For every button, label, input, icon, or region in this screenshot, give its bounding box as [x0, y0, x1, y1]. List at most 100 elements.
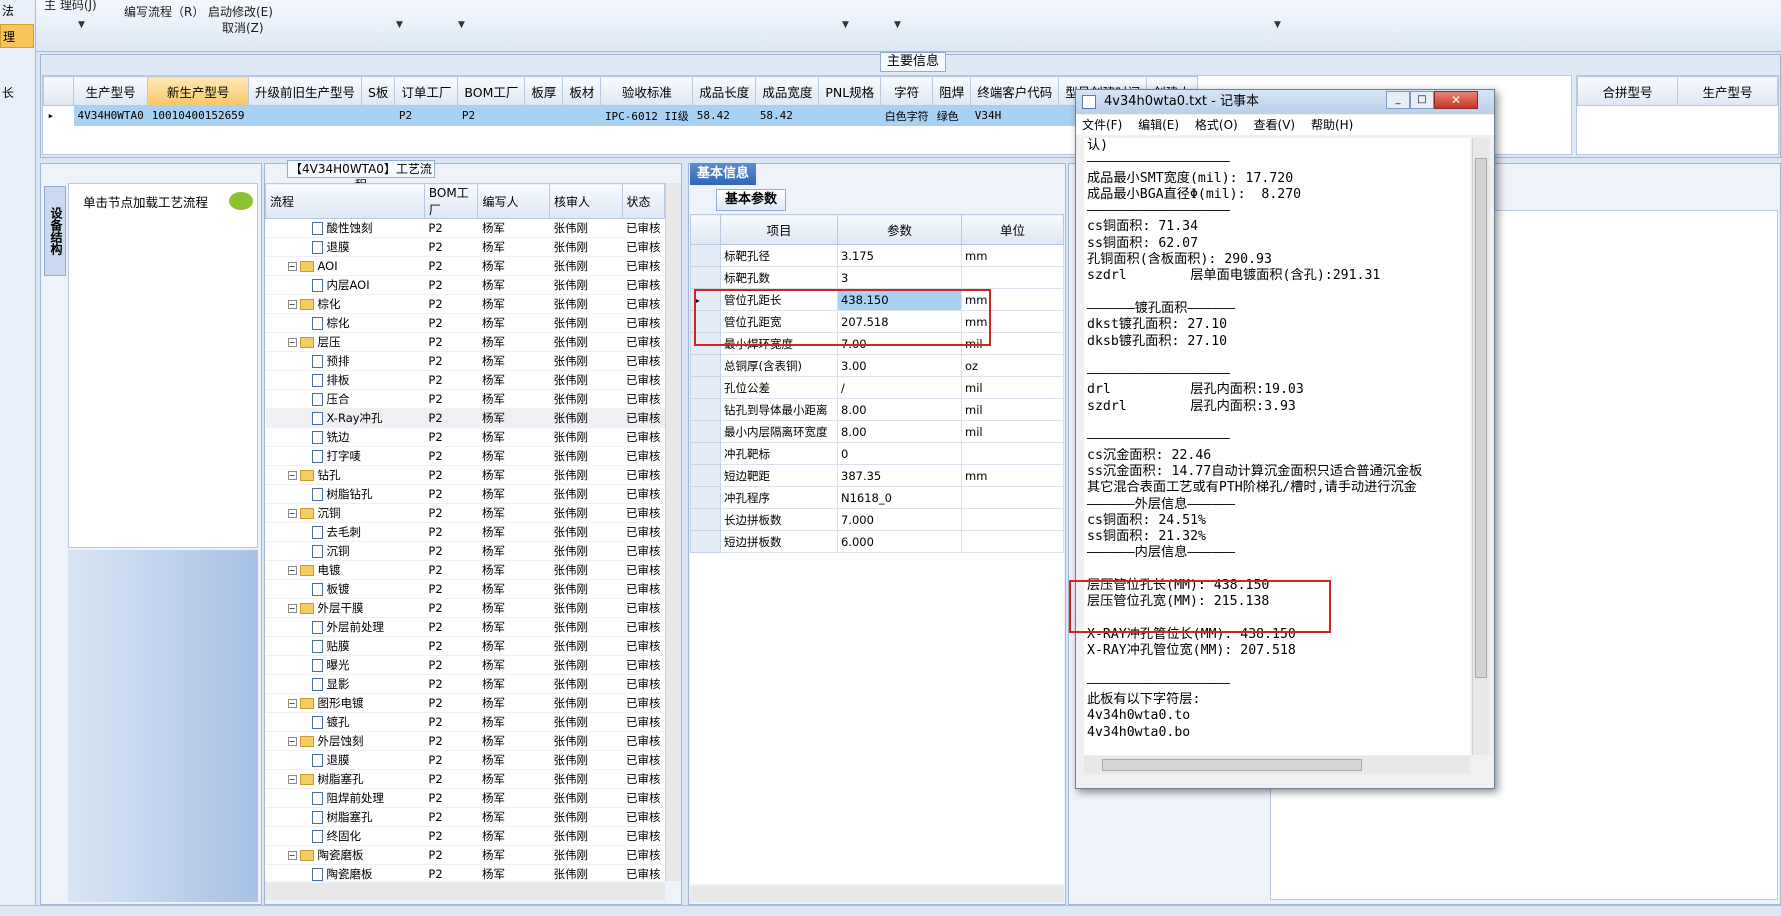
column-header[interactable]: 状态: [621, 183, 665, 219]
column-header[interactable]: 终端客户代码: [970, 76, 1060, 106]
table-row[interactable]: − 电镀 P2 杨军 张伟刚 已审核: [265, 560, 665, 580]
process-tree-grid[interactable]: 流程 BOM工厂 编写人 核审人 状态 酸性蚀刻 P2 杨军 张伟刚 已审核 退膜 P2 杨军…: [265, 183, 665, 881]
chevron-down-icon[interactable]: ▼: [894, 20, 901, 30]
menu-file[interactable]: 文件(F): [1082, 118, 1122, 132]
menu-format[interactable]: 格式(O): [1195, 118, 1238, 132]
column-header[interactable]: 生产型号: [72, 76, 149, 106]
table-cell[interactable]: [248, 105, 362, 126]
column-header[interactable]: S板: [360, 76, 396, 106]
table-cell[interactable]: 10010400152659: [147, 105, 249, 126]
horizontal-scrollbar[interactable]: [1084, 756, 1470, 774]
vertical-scrollbar[interactable]: [1472, 138, 1490, 755]
menu-edit[interactable]: 编辑(E): [1138, 118, 1179, 132]
table-row[interactable]: − 沉铜 P2 杨军 张伟刚 已审核: [265, 503, 665, 523]
process-name[interactable]: − 外层蚀刻: [265, 731, 425, 751]
collapse-icon[interactable]: −: [287, 737, 297, 746]
column-header[interactable]: 成品宽度: [755, 76, 820, 106]
param-value[interactable]: 387.35: [837, 464, 962, 487]
table-cell[interactable]: P2: [394, 105, 458, 126]
chevron-down-icon[interactable]: ▼: [78, 20, 85, 30]
process-name[interactable]: 树脂塞孔: [265, 807, 425, 827]
param-value[interactable]: 3: [837, 266, 962, 289]
close-icon[interactable]: ✕: [1434, 91, 1478, 109]
process-name[interactable]: 贴膜: [265, 636, 425, 656]
param-value[interactable]: 3.00: [837, 354, 962, 377]
process-name[interactable]: 排板: [265, 370, 425, 390]
ribbon-item-code[interactable]: 主 理码(J): [44, 0, 97, 13]
process-name[interactable]: − AOI: [265, 256, 425, 276]
table-row[interactable]: 显影 P2 杨军 张伟刚 已审核: [265, 674, 665, 694]
table-row[interactable]: 外层前处理 P2 杨军 张伟刚 已审核: [265, 617, 665, 637]
maximize-icon[interactable]: □: [1410, 91, 1434, 109]
chevron-down-icon[interactable]: ▼: [396, 20, 403, 30]
table-cell[interactable]: 58.42: [755, 105, 819, 126]
chat-bubble-icon[interactable]: [229, 192, 253, 210]
collapse-icon[interactable]: −: [287, 566, 297, 575]
process-name[interactable]: 退膜: [265, 237, 425, 257]
table-row[interactable]: − 外层干膜 P2 杨军 张伟刚 已审核: [265, 598, 665, 618]
notepad-window[interactable]: 4v34h0wta0.txt - 记事本 _ □ ✕ 文件(F) 编辑(E) 格…: [1069, 89, 1495, 789]
column-header[interactable]: 流程: [265, 183, 425, 219]
collapse-icon[interactable]: −: [287, 471, 297, 480]
process-name[interactable]: 内层AOI: [265, 275, 425, 295]
table-row[interactable]: − AOI P2 杨军 张伟刚 已审核: [265, 256, 665, 276]
process-name[interactable]: 去毛刺: [265, 522, 425, 542]
process-name[interactable]: 压合: [265, 389, 425, 409]
table-row[interactable]: 压合 P2 杨军 张伟刚 已审核: [265, 389, 665, 409]
table-row[interactable]: 树脂塞孔 P2 杨军 张伟刚 已审核: [265, 807, 665, 827]
table-row[interactable]: 内层AOI P2 杨军 张伟刚 已审核: [265, 275, 665, 295]
param-value[interactable]: 7.000: [837, 508, 962, 531]
table-row[interactable]: 陶瓷磨板 P2 杨军 张伟刚 已审核: [265, 864, 665, 881]
process-name[interactable]: 镀孔: [265, 712, 425, 732]
param-value[interactable]: 8.00: [837, 420, 962, 443]
column-header[interactable]: 成品长度: [692, 76, 757, 106]
cancel-button[interactable]: 取消(Z): [222, 19, 264, 36]
column-header[interactable]: BOM工厂: [457, 76, 526, 106]
table-row[interactable]: 沉铜 P2 杨军 张伟刚 已审核: [265, 541, 665, 561]
process-name[interactable]: − 电镀: [265, 560, 425, 580]
start-modify-button[interactable]: 启动修改(E): [208, 3, 273, 20]
column-header[interactable]: 单位: [961, 214, 1064, 245]
param-value[interactable]: /: [837, 376, 962, 399]
param-value[interactable]: N1618_0: [837, 486, 962, 509]
table-row[interactable]: − 层压 P2 杨军 张伟刚 已审核: [265, 332, 665, 352]
horizontal-scrollbar[interactable]: [265, 883, 665, 900]
table-cell[interactable]: V34H: [970, 105, 1059, 126]
process-name[interactable]: 终固化: [265, 826, 425, 846]
table-row[interactable]: 总铜厚(含表铜) 3.00 oz: [690, 354, 1064, 377]
collapse-icon[interactable]: −: [287, 604, 297, 613]
table-row[interactable]: 铣边 P2 杨军 张伟刚 已审核: [265, 427, 665, 447]
table-cell[interactable]: P2: [457, 105, 525, 126]
table-cell[interactable]: [562, 105, 601, 126]
param-value[interactable]: 8.00: [837, 398, 962, 421]
table-row[interactable]: ▸ 4V34H0WTA0 10010400152659 P2 P2 IPC-6012 II…: [43, 105, 1198, 126]
column-header[interactable]: 升级前旧生产型号: [247, 76, 362, 106]
table-cell[interactable]: 绿色: [932, 105, 971, 126]
table-row[interactable]: 短边拼板数 6.000: [690, 530, 1064, 553]
table-row[interactable]: 长边拼板数 7.000: [690, 508, 1064, 531]
column-header[interactable]: 板材: [562, 76, 602, 106]
process-name[interactable]: 树脂钻孔: [265, 484, 425, 504]
collapse-icon[interactable]: −: [287, 262, 297, 271]
table-row[interactable]: 退膜 P2 杨军 张伟刚 已审核: [265, 750, 665, 770]
table-row[interactable]: 板镀 P2 杨军 张伟刚 已审核: [265, 579, 665, 599]
table-row[interactable]: 预排 P2 杨军 张伟刚 已审核: [265, 351, 665, 371]
column-header[interactable]: 验收标准: [600, 76, 694, 106]
process-name[interactable]: 沉铜: [265, 541, 425, 561]
chevron-down-icon[interactable]: ▼: [842, 20, 849, 30]
process-name[interactable]: 打字唛: [265, 446, 425, 466]
process-name[interactable]: 预排: [265, 351, 425, 371]
column-header[interactable]: 阻焊: [932, 76, 972, 106]
table-cell[interactable]: 4V34H0WTA0: [73, 105, 148, 126]
param-value[interactable]: 6.000: [837, 530, 962, 553]
table-cell[interactable]: 58.42: [692, 105, 756, 126]
table-row[interactable]: 阻焊前处理 P2 杨军 张伟刚 已审核: [265, 788, 665, 808]
process-name[interactable]: 酸性蚀刻: [265, 218, 425, 238]
column-header[interactable]: 生产型号: [1677, 76, 1778, 106]
chevron-down-icon[interactable]: ▼: [458, 20, 465, 30]
vertical-scrollbar[interactable]: [665, 183, 681, 881]
table-cell[interactable]: [818, 105, 881, 126]
table-row[interactable]: − 棕化 P2 杨军 张伟刚 已审核: [265, 294, 665, 314]
collapse-icon[interactable]: −: [287, 300, 297, 309]
process-name[interactable]: − 沉铜: [265, 503, 425, 523]
